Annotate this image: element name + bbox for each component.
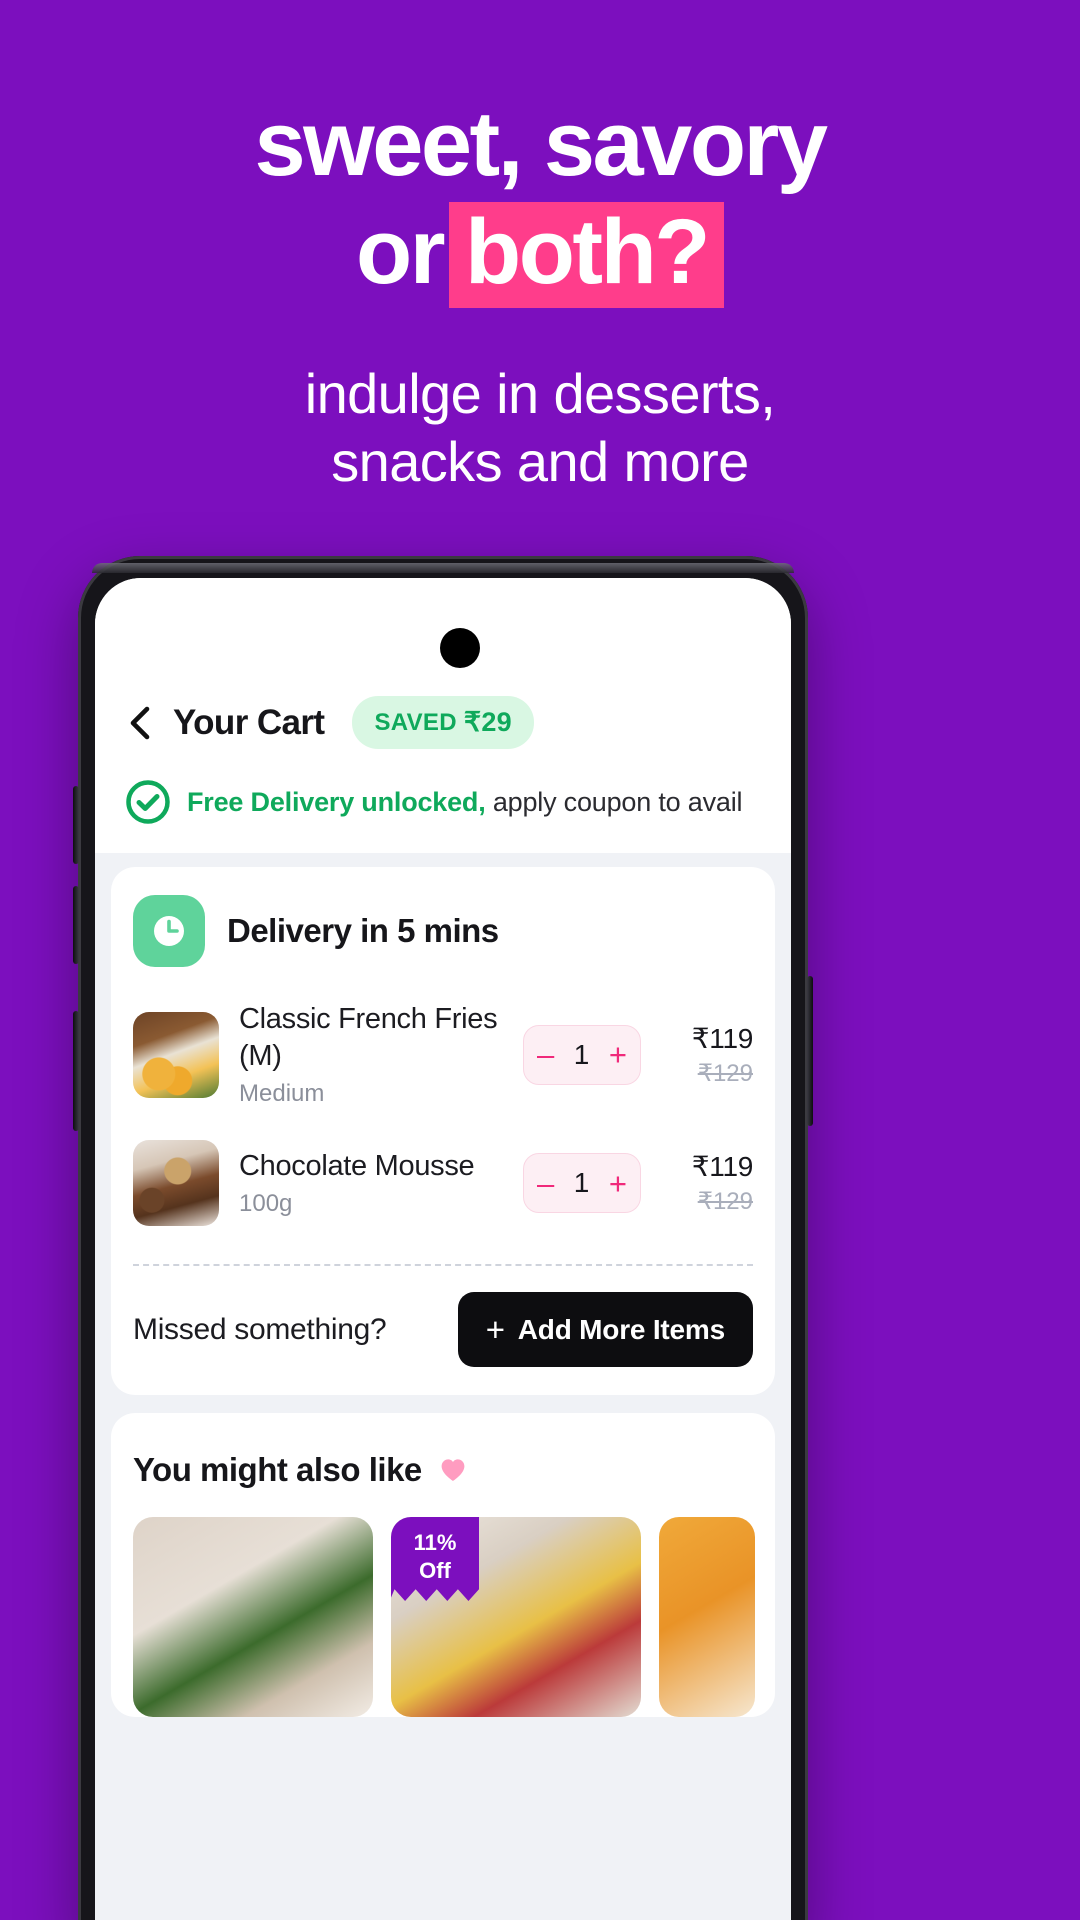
- item-strike-price: ₹129: [697, 1188, 753, 1215]
- item-price-column: ₹119 ₹129: [661, 1150, 754, 1216]
- recommendations-card: You might also like 11% Off: [111, 1413, 775, 1717]
- recommendations-header: You might also like: [133, 1413, 753, 1517]
- cart-header: Your Cart SAVED ₹29 Free Delivery unlock…: [95, 578, 791, 853]
- decrease-quantity-button[interactable]: –: [537, 1039, 554, 1070]
- free-delivery-bold: Free Delivery unlocked,: [187, 786, 486, 817]
- phone-mockup: Your Cart SAVED ₹29 Free Delivery unlock…: [73, 556, 813, 1920]
- free-delivery-text: Free Delivery unlocked, apply coupon to …: [187, 786, 743, 818]
- cart-body: Delivery in 5 mins Classic French Fries …: [95, 853, 791, 1920]
- saved-badge: SAVED ₹29: [352, 696, 534, 749]
- item-variant: Medium: [239, 1080, 325, 1107]
- quantity-stepper[interactable]: – 1 +: [523, 1024, 641, 1085]
- front-camera-punch-hole: [440, 628, 480, 668]
- page-title: Your Cart: [173, 702, 325, 742]
- headline-prefix: or: [356, 201, 446, 303]
- increase-quantity-button[interactable]: +: [609, 1039, 627, 1070]
- missed-something-row: Missed something? + Add More Items: [133, 1266, 753, 1395]
- subheadline-line-2: snacks and more: [331, 430, 749, 493]
- cart-title-row: Your Cart SAVED ₹29: [125, 696, 761, 749]
- side-button-right[interactable]: [807, 976, 813, 1126]
- recommendation-card[interactable]: [133, 1517, 373, 1717]
- clock-glyph: [154, 916, 184, 946]
- item-thumbnail: [133, 1140, 219, 1226]
- recommendations-title: You might also like: [133, 1451, 422, 1488]
- cart-item-row[interactable]: Chocolate Mousse 100g – 1 + ₹119 ₹129: [133, 1124, 753, 1242]
- headline-highlight: both?: [449, 202, 724, 308]
- item-info: Classic French Fries (M) Medium: [239, 1001, 503, 1108]
- clock-icon: [133, 895, 205, 967]
- check-circle-icon: [126, 780, 170, 824]
- discount-off-label: Off: [419, 1558, 451, 1583]
- add-more-items-button[interactable]: + Add More Items: [457, 1292, 753, 1367]
- hero-section: sweet, savory or both? indulge in dessert…: [0, 0, 1080, 560]
- delivery-eta-row: Delivery in 5 mins: [133, 867, 753, 985]
- quantity-stepper[interactable]: – 1 +: [523, 1153, 641, 1213]
- subheadline-line-1: indulge in desserts,: [304, 362, 776, 425]
- item-name: Chocolate Mousse: [239, 1150, 475, 1182]
- item-info: Chocolate Mousse 100g: [239, 1148, 503, 1218]
- recommendation-list: 11% Off: [133, 1517, 755, 1717]
- item-price-column: ₹119 ₹129: [661, 1022, 754, 1088]
- plus-icon: +: [485, 1311, 505, 1348]
- recommendation-card[interactable]: 11% Off: [391, 1517, 641, 1717]
- item-strike-price: ₹129: [697, 1059, 753, 1087]
- free-delivery-row: Free Delivery unlocked, apply coupon to …: [125, 779, 761, 853]
- increase-quantity-button[interactable]: +: [609, 1168, 627, 1199]
- missed-something-label: Missed something?: [133, 1312, 387, 1346]
- item-name: Classic French Fries (M): [239, 1003, 498, 1072]
- saved-amount: ₹29: [463, 707, 512, 737]
- decrease-quantity-button[interactable]: –: [537, 1168, 554, 1199]
- power-button[interactable]: [73, 1011, 79, 1131]
- add-more-items-label: Add More Items: [517, 1313, 725, 1345]
- item-price: ₹119: [691, 1022, 754, 1054]
- volume-down-button[interactable]: [73, 886, 79, 964]
- item-price: ₹119: [691, 1151, 754, 1182]
- recommendation-card[interactable]: [659, 1517, 755, 1717]
- cart-item-row[interactable]: Classic French Fries (M) Medium – 1 + ₹1…: [133, 985, 753, 1124]
- free-delivery-rest: apply coupon to avail: [485, 786, 743, 817]
- delivery-eta-text: Delivery in 5 mins: [227, 912, 499, 949]
- chevron-left-icon[interactable]: [125, 706, 155, 740]
- quantity-value: 1: [573, 1038, 590, 1070]
- headline-line-2: or both?: [0, 200, 1080, 308]
- volume-up-button[interactable]: [73, 786, 79, 864]
- quantity-value: 1: [573, 1167, 590, 1198]
- discount-percent: 11%: [413, 1530, 457, 1555]
- subheadline: indulge in desserts, snacks and more: [0, 360, 1080, 496]
- headline-line-1: sweet, savory: [254, 93, 828, 195]
- cart-items-card: Delivery in 5 mins Classic French Fries …: [111, 867, 775, 1395]
- item-thumbnail: [133, 1011, 219, 1098]
- saved-label: SAVED: [374, 708, 457, 736]
- heart-icon: [441, 1459, 465, 1481]
- item-variant: 100g: [239, 1190, 293, 1217]
- phone-screen: Your Cart SAVED ₹29 Free Delivery unlock…: [95, 578, 791, 1920]
- discount-badge: 11% Off: [391, 1517, 479, 1601]
